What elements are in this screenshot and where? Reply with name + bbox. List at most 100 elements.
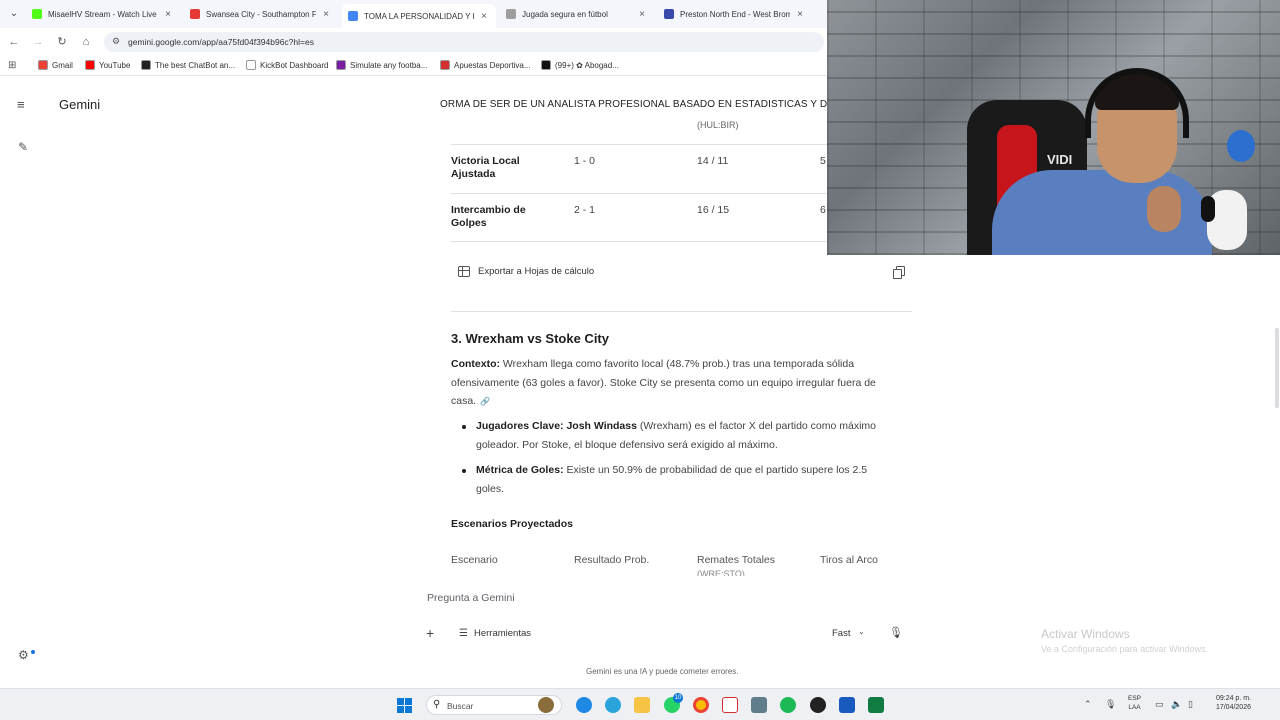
table-header-result: Resultado Prob.: [574, 554, 650, 566]
bookmark-label: YouTube: [99, 60, 131, 70]
chair-logo-text: VIDI: [1047, 152, 1073, 167]
activate-windows-title: Activar Windows: [1041, 627, 1130, 641]
list-item: Métrica de Goles: Existe un 50.9% de pro…: [476, 461, 896, 498]
microphone-icon[interactable]: 🎙: [889, 626, 903, 639]
apps-grid-icon[interactable]: ⊞: [8, 60, 16, 71]
bookmark-item[interactable]: KickBot Dashboard: [246, 60, 328, 70]
chevron-down-icon[interactable]: ⌄: [858, 627, 865, 636]
back-arrow-icon[interactable]: ←: [6, 34, 22, 50]
export-to-sheets-button[interactable]: Exportar a Hojas de cálculo: [458, 266, 594, 277]
bookmark-label: Gmail: [52, 60, 73, 70]
browser-tab[interactable]: TOMA LA PERSONALIDAD Y LA ×: [342, 4, 496, 28]
weather-widget-icon[interactable]: [538, 697, 554, 713]
browser-tab[interactable]: Preston North End - West Brom ×: [658, 4, 812, 24]
url-text[interactable]: gemini.google.com/app/aa75fd04f394b96c?h…: [128, 37, 314, 47]
tools-label: Herramientas: [473, 628, 531, 639]
result-cell: 1 - 0: [574, 155, 596, 167]
tools-button[interactable]: ☰ Herramientas: [459, 628, 531, 639]
calculator-icon[interactable]: [751, 697, 767, 713]
new-chat-icon[interactable]: ✎: [18, 140, 28, 154]
scenario-cell: Victoria Local Ajustada: [451, 155, 520, 180]
person-hand: [1147, 186, 1181, 232]
whatsapp-badge: 10: [673, 693, 683, 703]
scenario-cell: Intercambio de Golpes: [451, 204, 526, 229]
bookmark-label: KickBot Dashboard: [260, 60, 329, 70]
tab-title: MisaelHV Stream - Watch Live: [48, 9, 157, 19]
tab-search-chevron-icon[interactable]: ⌄: [6, 6, 22, 22]
network-icon[interactable]: ▭: [1155, 699, 1164, 710]
bullet-dot: [462, 425, 466, 429]
bookmark-item[interactable]: Gmail: [38, 60, 73, 70]
tab-close-icon[interactable]: ×: [320, 9, 332, 20]
tab-close-icon[interactable]: ×: [162, 9, 174, 20]
conversation-title[interactable]: ORMA DE SER DE UN ANALISTA PROFESIONAL B…: [440, 99, 830, 110]
scenarios-heading: Escenarios Proyectados: [451, 518, 573, 530]
system-clock[interactable]: 09:24 p. m. 17/04/2026: [1207, 694, 1251, 712]
table-header-scenario: Escenario: [451, 554, 498, 566]
tab-close-icon[interactable]: ×: [636, 9, 648, 20]
prompt-input[interactable]: Pregunta a Gemini: [427, 592, 515, 604]
gemini-logo-text[interactable]: Gemini: [59, 97, 100, 112]
tray-microphone-icon[interactable]: 🎙: [1105, 699, 1116, 710]
tab-favicon-icon: [506, 9, 516, 19]
address-bar[interactable]: ⚙ gemini.google.com/app/aa75fd04f394b96c…: [104, 32, 824, 52]
bookmark-item[interactable]: Simulate any footba...: [336, 60, 427, 70]
tab-title: Preston North End - West Brom: [680, 9, 790, 19]
bookmark-item[interactable]: The best ChatBot an...: [141, 60, 235, 70]
reload-icon[interactable]: ↻: [54, 34, 70, 50]
obs-studio-icon[interactable]: [810, 697, 826, 713]
export-label: Exportar a Hojas de cálculo: [478, 266, 595, 277]
settings-gear-icon[interactable]: ⚙: [18, 648, 29, 662]
word-icon[interactable]: [839, 697, 855, 713]
typora-icon[interactable]: [722, 697, 738, 713]
windows-taskbar: ⚲ Buscar 10 ⌃ 🎙 ESP LAA ▭ 🔈 ▯ 09:24 p. m…: [0, 688, 1280, 720]
bookmark-favicon-icon: [141, 60, 151, 70]
main-menu-icon[interactable]: ≡: [17, 97, 25, 112]
tab-title: TOMA LA PERSONALIDAD Y LA: [364, 11, 474, 21]
tab-favicon-icon: [190, 9, 200, 19]
chrome-icon[interactable]: [693, 697, 709, 713]
context-label: Contexto:: [451, 358, 500, 370]
bookmark-favicon-icon: [440, 60, 450, 70]
windows-start-icon[interactable]: [397, 698, 412, 713]
forward-arrow-icon[interactable]: →: [30, 34, 46, 50]
browser-tab[interactable]: MisaelHV Stream - Watch Live ×: [26, 4, 180, 24]
add-attachment-icon[interactable]: +: [426, 625, 434, 641]
telegram-icon[interactable]: [605, 697, 621, 713]
table-divider: [451, 193, 831, 194]
source-link-icon[interactable]: 🔗: [480, 397, 490, 406]
bookmark-item[interactable]: YouTube: [85, 60, 130, 70]
file-explorer-icon[interactable]: [634, 697, 650, 713]
list-item: Jugadores Clave: Josh Windass (Wrexham) …: [476, 417, 896, 454]
excel-icon[interactable]: [868, 697, 884, 713]
bookmark-item[interactable]: Apuestas Deportiva...: [440, 60, 530, 70]
page-scrollbar[interactable]: [1275, 328, 1279, 408]
copy-table-icon[interactable]: [893, 266, 905, 279]
language-code: ESP: [1128, 695, 1142, 702]
browser-tab[interactable]: Jugada segura en fútbol ×: [500, 4, 654, 24]
notification-dot: [31, 650, 35, 654]
bookmark-favicon-icon: [336, 60, 346, 70]
home-icon[interactable]: ⌂: [78, 34, 94, 50]
battery-icon[interactable]: ▯: [1188, 699, 1193, 710]
activate-windows-subtitle: Ve a Configuración para activar Windows.: [1041, 644, 1209, 654]
tab-close-icon[interactable]: ×: [794, 9, 806, 20]
tab-favicon-icon: [664, 9, 674, 19]
bookmark-item[interactable]: (99+) ✿ Abogad...: [541, 60, 619, 70]
tab-close-icon[interactable]: ×: [478, 11, 490, 22]
volume-icon[interactable]: 🔈: [1171, 699, 1182, 710]
spotify-icon[interactable]: [780, 697, 796, 713]
input-language[interactable]: ESP LAA: [1128, 694, 1141, 712]
browser-tab[interactable]: Swansea City - Southampton F ×: [184, 4, 338, 24]
tray-chevron-up-icon[interactable]: ⌃: [1084, 699, 1092, 710]
on-target-cell: 5: [820, 155, 826, 167]
model-mode-selector[interactable]: Fast: [832, 628, 850, 639]
site-info-icon[interactable]: ⚙: [112, 36, 120, 47]
edge-browser-icon[interactable]: [576, 697, 592, 713]
bullet-dot: [462, 469, 466, 473]
bookmark-label: (99+) ✿ Abogad...: [555, 60, 619, 70]
table-header-fragment: (HUL:BIR): [697, 120, 739, 130]
tab-title: Swansea City - Southampton F: [206, 9, 316, 19]
bookmark-label: The best ChatBot an...: [155, 60, 236, 70]
clock-date: 17/04/2026: [1215, 704, 1251, 711]
